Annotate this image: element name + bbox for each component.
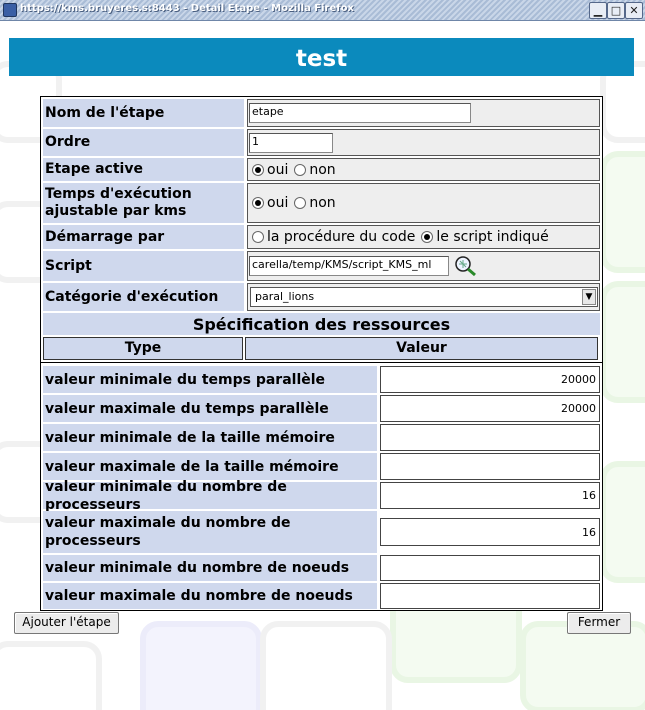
background-decoration xyxy=(600,151,645,273)
maximize-button[interactable]: □ xyxy=(607,2,625,19)
form-row-script: Script carella/temp/KMS/script_KMS_ml xyxy=(43,251,600,281)
resource-label: valeur maximale du nombre de noeuds xyxy=(43,583,377,609)
form-row-nom: Nom de l'étape etape xyxy=(43,99,600,127)
minimize-button[interactable]: ▁ xyxy=(589,2,607,19)
window-title: https://kms.bruyeres.s:8443 - Detail Eta… xyxy=(20,3,354,14)
script-label: Script xyxy=(43,251,244,281)
close-button[interactable]: Fermer xyxy=(567,612,631,634)
ordre-input[interactable]: 1 xyxy=(249,133,333,153)
table-row: valeur minimale du temps parallèle 20000 xyxy=(43,366,600,393)
nom-input[interactable]: etape xyxy=(249,103,471,123)
resource-value-input[interactable]: 20000 xyxy=(380,395,600,422)
resource-value-input[interactable] xyxy=(380,453,600,480)
categorie-cell: paral_lions ▼ xyxy=(247,283,600,311)
active-oui-option[interactable]: oui xyxy=(252,162,288,178)
ordre-cell: 1 xyxy=(247,129,600,156)
resource-label: valeur minimale de la taille mémoire xyxy=(43,424,377,451)
column-header-type: Type xyxy=(43,337,243,360)
active-oui-label: oui xyxy=(267,161,289,178)
active-oui-radio[interactable] xyxy=(252,163,264,176)
demarrage-cell: la procédure du code le script indiqué xyxy=(247,225,600,249)
resources-table: valeur minimale du temps parallèle 20000… xyxy=(40,362,603,611)
demarrage-script-option[interactable]: le script indiqué xyxy=(421,229,549,245)
table-row: valeur maximale du temps parallèle 20000 xyxy=(43,395,600,422)
resource-value-input[interactable] xyxy=(380,555,600,581)
resource-label: valeur maximale du temps parallèle xyxy=(43,395,377,422)
table-row: valeur maximale du nombre de processeurs… xyxy=(43,511,600,553)
demarrage-procedure-option[interactable]: la procédure du code xyxy=(252,229,415,245)
background-decoration xyxy=(260,621,392,710)
active-non-option[interactable]: non xyxy=(294,161,336,178)
active-non-radio[interactable] xyxy=(294,163,307,176)
resource-label: valeur maximale de la taille mémoire xyxy=(43,453,377,480)
script-input[interactable]: carella/temp/KMS/script_KMS_ml xyxy=(249,256,449,276)
table-row: valeur minimale du nombre de noeuds xyxy=(43,555,600,581)
resource-label: valeur minimale du nombre de processeurs xyxy=(43,479,377,513)
close-window-button[interactable]: ✕ xyxy=(625,2,643,19)
resource-value-input[interactable]: 16 xyxy=(380,518,600,546)
active-cell: oui non xyxy=(247,158,600,181)
table-row: valeur minimale de la taille mémoire xyxy=(43,424,600,451)
demarrage-script-label: le script indiqué xyxy=(436,229,549,245)
resource-value-input[interactable] xyxy=(380,424,600,451)
ordre-label: Ordre xyxy=(43,129,244,156)
search-icon[interactable] xyxy=(454,255,478,277)
temps-non-option[interactable]: non xyxy=(294,195,336,211)
page-content: test Nom de l'étape etape Ordre 1 Etape … xyxy=(0,21,645,710)
chevron-down-icon[interactable]: ▼ xyxy=(582,289,596,305)
resource-label: valeur minimale du temps parallèle xyxy=(43,366,377,393)
form-row-ordre: Ordre 1 xyxy=(43,129,600,156)
background-decoration xyxy=(0,641,102,710)
demarrage-script-radio[interactable] xyxy=(421,231,434,243)
active-non-label: non xyxy=(309,161,336,178)
temps-label: Temps d'exécution ajustable par kms xyxy=(43,183,244,223)
column-header-valeur: Valeur xyxy=(245,337,598,360)
categorie-label: Catégorie d'exécution xyxy=(43,283,244,311)
step-form: Nom de l'étape etape Ordre 1 Etape activ… xyxy=(40,96,603,371)
demarrage-label: Démarrage par xyxy=(43,225,244,249)
resource-value-input[interactable]: 20000 xyxy=(380,366,600,393)
table-row: valeur minimale du nombre de processeurs… xyxy=(43,479,600,513)
form-row-demarrage: Démarrage par la procédure du code le sc… xyxy=(43,225,600,249)
temps-non-label: non xyxy=(309,195,336,211)
table-row: valeur maximale de la taille mémoire xyxy=(43,453,600,480)
window-titlebar: https://kms.bruyeres.s:8443 - Detail Eta… xyxy=(0,0,645,21)
temps-non-radio[interactable] xyxy=(294,197,307,209)
resource-value-input[interactable] xyxy=(380,583,600,609)
demarrage-procedure-label: la procédure du code xyxy=(267,229,416,245)
nom-cell: etape xyxy=(247,99,600,127)
demarrage-procedure-radio[interactable] xyxy=(252,231,264,243)
form-row-categorie: Catégorie d'exécution paral_lions ▼ xyxy=(43,283,600,311)
temps-oui-label: oui xyxy=(267,195,289,211)
background-decoration xyxy=(140,621,262,710)
firefox-icon xyxy=(3,3,17,17)
categorie-select[interactable]: paral_lions ▼ xyxy=(250,287,598,307)
background-decoration xyxy=(600,461,645,583)
nom-label: Nom de l'étape xyxy=(43,99,244,127)
background-decoration xyxy=(520,621,645,710)
form-row-temps: Temps d'exécution ajustable par kms oui … xyxy=(43,183,600,223)
table-row: valeur maximale du nombre de noeuds xyxy=(43,583,600,609)
categorie-selected-value: paral_lions xyxy=(255,290,315,303)
resource-label: valeur minimale du nombre de noeuds xyxy=(43,555,377,581)
active-label: Etape active xyxy=(43,158,244,181)
form-row-active: Etape active oui non xyxy=(43,158,600,181)
script-cell: carella/temp/KMS/script_KMS_ml xyxy=(247,251,600,281)
add-step-button[interactable]: Ajouter l'étape xyxy=(14,612,119,634)
temps-cell: oui non xyxy=(247,183,600,223)
page-title: test xyxy=(9,38,634,76)
resources-section-title: Spécification des ressources xyxy=(43,313,600,335)
resource-value-input[interactable]: 16 xyxy=(380,482,600,509)
temps-oui-radio[interactable] xyxy=(252,197,264,209)
temps-oui-option[interactable]: oui xyxy=(252,195,288,211)
resource-label: valeur maximale du nombre de processeurs xyxy=(43,511,377,553)
background-decoration xyxy=(600,281,645,403)
